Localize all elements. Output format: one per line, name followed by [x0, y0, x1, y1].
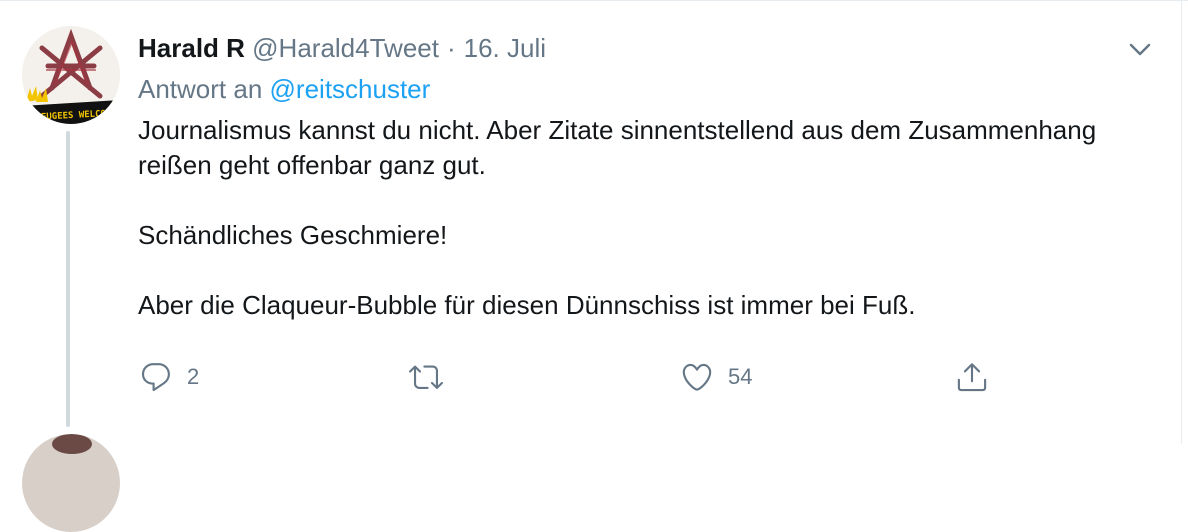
reply-prefix: Antwort an	[138, 74, 263, 104]
tweet-paragraph: Journalismus kannst du nicht. Aber Zitat…	[138, 115, 1097, 180]
retweet-icon	[409, 365, 443, 389]
avatar-image: REFUGEES WELCOME	[22, 26, 120, 124]
retweet-button[interactable]	[408, 360, 458, 394]
author-handle[interactable]: @Harald4Tweet	[252, 33, 439, 63]
reply-mention-link[interactable]: @reitschuster	[270, 74, 431, 104]
tweet-menu-button[interactable]	[1124, 33, 1156, 65]
like-count: 54	[728, 364, 753, 389]
like-button[interactable]: 54	[680, 360, 752, 394]
right-divider	[1181, 0, 1182, 444]
next-avatar-image	[52, 434, 92, 454]
reply-count: 2	[187, 364, 200, 389]
next-tweet-avatar[interactable]	[22, 434, 120, 532]
share-icon	[957, 363, 987, 392]
tweet-header: Harald R @Harald4Tweet · 16. Juli	[138, 31, 546, 65]
tweet-paragraph: Schändliches Geschmiere!	[138, 220, 448, 250]
author-avatar[interactable]: REFUGEES WELCOME	[22, 26, 120, 124]
tweet-paragraph: Aber die Claqueur-Bubble für diesen Dünn…	[138, 290, 916, 320]
tweet-body: Journalismus kannst du nicht. Aber Zitat…	[138, 113, 1138, 323]
chevron-down-icon	[1129, 43, 1151, 56]
share-button[interactable]	[955, 360, 989, 394]
replying-to: Antwort an @reitschuster	[138, 72, 430, 106]
header-separator: ·	[446, 33, 456, 63]
reply-button[interactable]: 2	[139, 360, 199, 394]
author-name[interactable]: Harald R	[138, 33, 245, 63]
tweet-date[interactable]: 16. Juli	[464, 33, 546, 63]
top-divider	[0, 0, 1188, 1]
heart-icon	[682, 363, 712, 391]
reply-icon	[141, 363, 170, 392]
thread-connector	[66, 131, 70, 427]
